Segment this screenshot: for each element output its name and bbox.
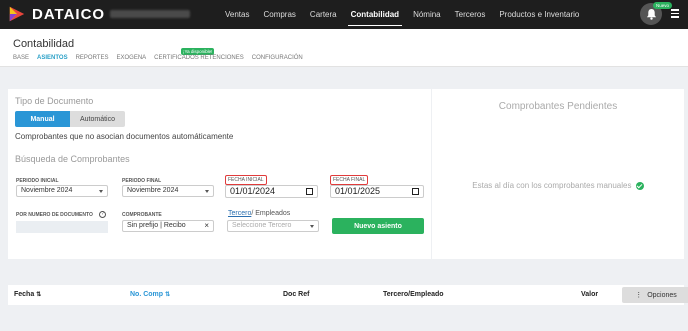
col-doc-ref: Doc Ref [283, 291, 310, 298]
sort-icon: ⇅ [165, 292, 171, 298]
tab-asientos[interactable]: ASIENTOS [37, 55, 68, 61]
page-title: Contabilidad [13, 38, 75, 50]
hamburger-menu-icon[interactable] [671, 9, 679, 20]
tab-base[interactable]: BASE [13, 55, 29, 61]
tercero-select[interactable]: Seleccione Tercero [227, 220, 319, 232]
table-header: Fecha ⇅ No. Comp ⇅ Doc Ref Tercero/Emplead… [8, 285, 688, 305]
doc-type-title: Tipo de Documento [15, 96, 94, 106]
pending-message-row: Estas al día con los comprobantes manual… [432, 181, 684, 190]
periodo-final-label: PERIODO FINAL [122, 178, 162, 184]
available-tag: ¡Ya disponible! [181, 48, 215, 55]
periodo-inicial-value: Noviembre 2024 [21, 187, 73, 194]
tab-configuracion[interactable]: CONFIGURACIÓN [252, 55, 303, 61]
top-navbar: DATAICO Ventas Compras Cartera Contabili… [0, 0, 688, 29]
numero-documento-label: POR NUMERO DE DOCUMENTO [16, 212, 93, 218]
periodo-final-select[interactable]: Noviembre 2024 [122, 185, 214, 197]
comprobante-label: COMPROBANTE [122, 212, 162, 218]
manual-button[interactable]: Manual [15, 111, 70, 127]
tab-certificados[interactable]: CERTIFICADOS RETENCIONES [154, 55, 244, 61]
col-tercero: Tercero/Empleado [383, 291, 444, 298]
new-badge: Nuevo [653, 2, 673, 9]
nav-productos[interactable]: Productos e Inventario [492, 0, 586, 29]
search-title: Búsqueda de Comprobantes [15, 154, 130, 164]
nav-terceros[interactable]: Terceros [448, 0, 493, 29]
fecha-inicial-input[interactable]: 01/01/2024 [225, 185, 318, 198]
dataico-logo-icon [9, 6, 25, 22]
clear-icon[interactable]: × [204, 221, 209, 231]
sort-icon: ⇅ [36, 292, 42, 298]
tercero-link[interactable]: Tercero [228, 210, 251, 217]
options-label: Opciones [647, 291, 677, 299]
nav-ventas[interactable]: Ventas [218, 0, 256, 29]
fecha-final-value: 01/01/2025 [335, 186, 381, 196]
col-fecha[interactable]: Fecha ⇅ [14, 291, 41, 298]
tab-exogena[interactable]: EXOGENA [116, 55, 146, 61]
tercero-empleados-switch: Tercero/ Empleados [228, 210, 290, 217]
nav-contabilidad[interactable]: Contabilidad [344, 0, 406, 29]
fecha-inicial-label: FECHA INICIAL [225, 175, 267, 185]
periodo-final-value: Noviembre 2024 [127, 187, 179, 194]
page-subheader: Contabilidad ¡Ya disponible! BASE ASIENT… [0, 29, 688, 67]
automatic-button[interactable]: Automático [70, 111, 125, 127]
chevron-down-icon [205, 190, 209, 193]
pending-message: Estas al día con los comprobantes manual… [472, 181, 632, 190]
comprobante-value: Sin prefijo | Recibo [127, 222, 186, 229]
tercero-placeholder: Seleccione Tercero [232, 222, 292, 229]
calendar-icon[interactable] [306, 188, 313, 195]
options-button[interactable]: ⋮ Opciones [622, 287, 688, 303]
brand-name: DATAICO [32, 5, 106, 23]
helper-text: Comprobantes que no asocian documentos a… [15, 132, 234, 141]
col-no-comp[interactable]: No. Comp ⇅ [130, 291, 170, 298]
periodo-inicial-select[interactable]: Noviembre 2024 [16, 185, 108, 197]
bell-icon [646, 8, 656, 20]
tab-reportes[interactable]: REPORTES [76, 55, 109, 61]
section-tabs: BASE ASIENTOS REPORTES EXOGENA CERTIFICA… [13, 55, 311, 61]
chevron-down-icon [99, 190, 103, 193]
numero-documento-input[interactable] [16, 221, 108, 233]
check-circle-icon [635, 181, 644, 190]
periodo-inicial-label: PERIODO INICIAL [16, 178, 59, 184]
nav-compras[interactable]: Compras [256, 0, 302, 29]
fecha-inicial-value: 01/01/2024 [230, 186, 276, 196]
col-valor: Valor [581, 291, 599, 298]
pending-card: Comprobantes Pendientes Estas al día con… [432, 89, 684, 259]
main-nav: Ventas Compras Cartera Contabilidad Nómi… [218, 0, 586, 29]
brand-logo[interactable]: DATAICO [8, 5, 105, 23]
company-name-blurred [110, 10, 190, 18]
fecha-final-input[interactable]: 01/01/2025 [330, 185, 424, 198]
calendar-icon[interactable] [412, 188, 419, 195]
pending-title: Comprobantes Pendientes [498, 101, 618, 112]
help-icon[interactable]: ? [99, 211, 106, 218]
comprobante-select[interactable]: Sin prefijo | Recibo × [122, 220, 214, 232]
new-entry-button[interactable]: Nuevo asiento [332, 218, 424, 234]
fecha-final-label: FECHA FINAL [330, 175, 369, 185]
chevron-down-icon [310, 225, 314, 228]
kebab-icon: ⋮ [635, 292, 643, 299]
search-card: Tipo de Documento Manual Automático Comp… [8, 89, 431, 259]
nav-nomina[interactable]: Nómina [406, 0, 448, 29]
nav-cartera[interactable]: Cartera [303, 0, 344, 29]
empleados-text[interactable]: / Empleados [251, 210, 290, 217]
